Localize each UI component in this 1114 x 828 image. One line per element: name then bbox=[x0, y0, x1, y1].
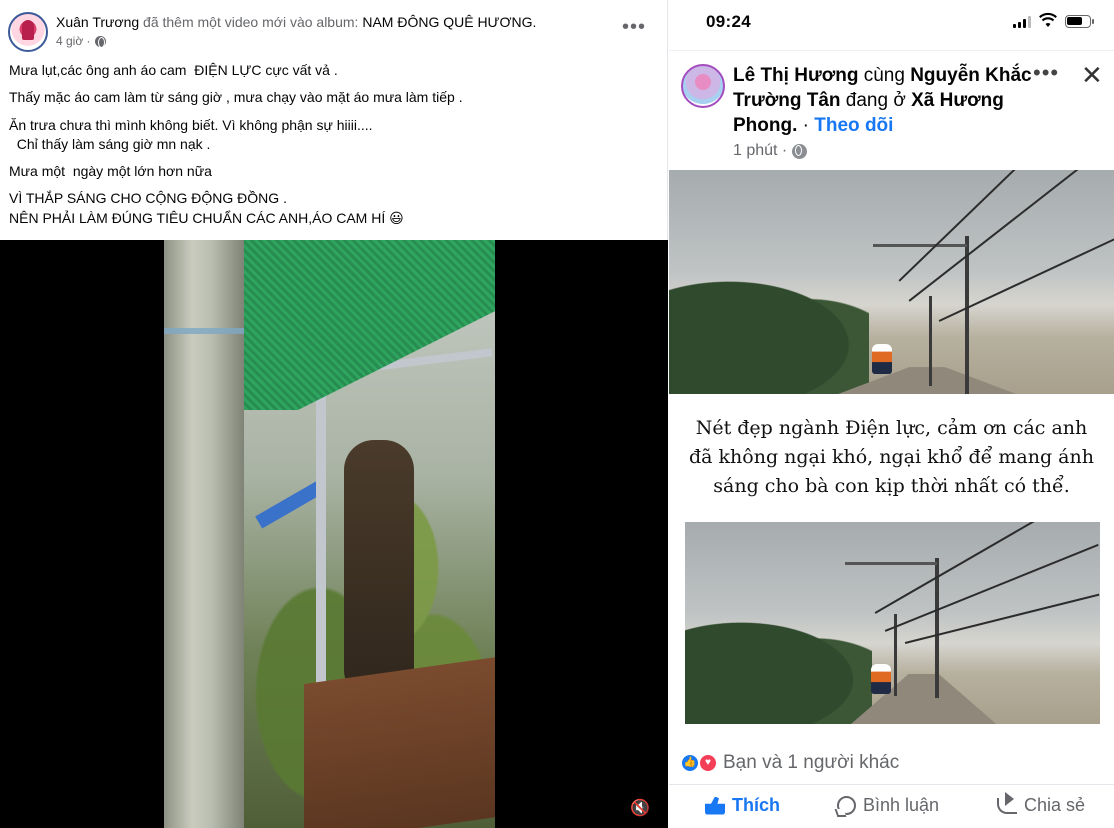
trees bbox=[669, 270, 870, 394]
author-name[interactable]: Lê Thị Hương bbox=[733, 65, 858, 86]
divider bbox=[669, 50, 1114, 51]
video-frame bbox=[164, 240, 495, 828]
desktop-post: Xuân Trương đã thêm một video mới vào al… bbox=[0, 0, 668, 828]
with-word: cùng bbox=[858, 65, 911, 86]
divider bbox=[669, 784, 1114, 785]
more-options-icon[interactable]: ••• bbox=[622, 17, 646, 37]
street-lamp bbox=[873, 244, 967, 247]
share-icon bbox=[997, 791, 1017, 814]
post-header-text: Lê Thị Hương cùng Nguyễn Khắc Trường Tân… bbox=[733, 63, 1033, 138]
post-line: Chỉ thấy làm sáng giờ mn nạk . bbox=[9, 136, 211, 152]
close-icon[interactable]: ✕ bbox=[1081, 62, 1103, 88]
orchid-plant bbox=[344, 440, 414, 700]
flood-photo-top[interactable] bbox=[669, 170, 1114, 394]
album-link[interactable]: NAM ĐÔNG QUÊ HƯƠNG. bbox=[362, 14, 536, 30]
green-shade-net bbox=[228, 240, 495, 410]
reactions-text: Bạn và 1 người khác bbox=[723, 752, 900, 773]
utility-pole bbox=[965, 236, 969, 394]
power-line bbox=[904, 593, 1100, 644]
utility-pole bbox=[929, 296, 932, 386]
post-header: Xuân Trương đã thêm một video mới vào al… bbox=[0, 0, 668, 58]
utility-pole bbox=[935, 558, 939, 698]
pillar-band bbox=[164, 328, 244, 334]
wifi-icon bbox=[1039, 12, 1057, 27]
status-time: 09:24 bbox=[706, 12, 751, 31]
post-line: Thấy mặc áo cam làm từ sáng giờ , mưa ch… bbox=[9, 89, 463, 105]
post-meta: 4 giờ · bbox=[56, 34, 106, 48]
wooden-planter bbox=[304, 655, 495, 828]
signal-icon bbox=[1013, 16, 1033, 28]
mobile-post: 09:24 Lê Thị Hương cùng Nguyễn Khắc Trườ… bbox=[669, 0, 1114, 828]
status-bar: 09:24 bbox=[669, 0, 1114, 48]
at-word: đang ở bbox=[840, 90, 912, 111]
dot-separator: · bbox=[797, 115, 815, 136]
comment-icon bbox=[837, 796, 856, 815]
post-line: NÊN PHẢI LÀM ĐÚNG TIÊU CHUẨN CÁC ANH,ÁO … bbox=[9, 210, 404, 226]
mute-icon[interactable]: 🔇 bbox=[630, 798, 650, 818]
author-avatar[interactable] bbox=[681, 64, 725, 108]
trees bbox=[685, 612, 872, 724]
action-bar: Thích Bình luận Chia sẻ bbox=[669, 786, 1114, 828]
like-button[interactable]: Thích bbox=[705, 795, 780, 816]
post-line: Ăn trưa chưa thì mình không biết. Vì khô… bbox=[9, 117, 373, 133]
comment-button[interactable]: Bình luận bbox=[837, 795, 939, 816]
post-line: VÌ THẮP SÁNG CHO CỘNG ĐỘNG ĐỒNG . bbox=[9, 190, 287, 206]
share-button[interactable]: Chia sẻ bbox=[997, 791, 1086, 816]
globe-icon bbox=[792, 143, 808, 159]
power-line bbox=[908, 170, 1107, 302]
like-label: Thích bbox=[732, 795, 780, 815]
follow-button[interactable]: Theo dõi bbox=[814, 115, 893, 136]
thumbs-up-icon bbox=[705, 796, 725, 815]
motorbike-rider bbox=[872, 344, 892, 374]
motorbike-rider bbox=[871, 664, 891, 694]
flood-photo-bottom[interactable] bbox=[685, 522, 1100, 724]
post-line: Mưa một ngày một lớn hơn nữa bbox=[9, 163, 212, 179]
street-lamp bbox=[845, 562, 937, 565]
like-reaction-icon: 👍 bbox=[681, 754, 699, 772]
post-time[interactable]: 1 phút · bbox=[733, 142, 787, 160]
video-player[interactable]: 🔇 bbox=[0, 240, 668, 828]
globe-icon bbox=[94, 35, 106, 48]
author-name[interactable]: Xuân Trương bbox=[56, 14, 139, 30]
post-line: Mưa lụt,các ông anh áo cam ĐIỆN LỰC cực … bbox=[9, 62, 338, 78]
post-caption: Nét đẹp ngành Điện lực, cảm ơn các anh đ… bbox=[688, 417, 1094, 497]
post-action-text: đã thêm một video mới vào album: bbox=[139, 14, 363, 30]
reactions-summary[interactable]: 👍 ♥ Bạn và 1 người khác bbox=[681, 752, 899, 774]
share-label: Chia sẻ bbox=[1024, 795, 1086, 815]
author-avatar[interactable] bbox=[8, 12, 48, 52]
more-options-icon[interactable]: ••• bbox=[1033, 62, 1059, 84]
post-time[interactable]: 4 giờ · bbox=[56, 34, 91, 48]
battery-icon bbox=[1065, 15, 1094, 28]
comment-label: Bình luận bbox=[863, 795, 940, 815]
post-title: Xuân Trương đã thêm một video mới vào al… bbox=[56, 13, 536, 31]
post-meta: 1 phút · bbox=[733, 142, 808, 160]
love-reaction-icon: ♥ bbox=[699, 754, 717, 772]
